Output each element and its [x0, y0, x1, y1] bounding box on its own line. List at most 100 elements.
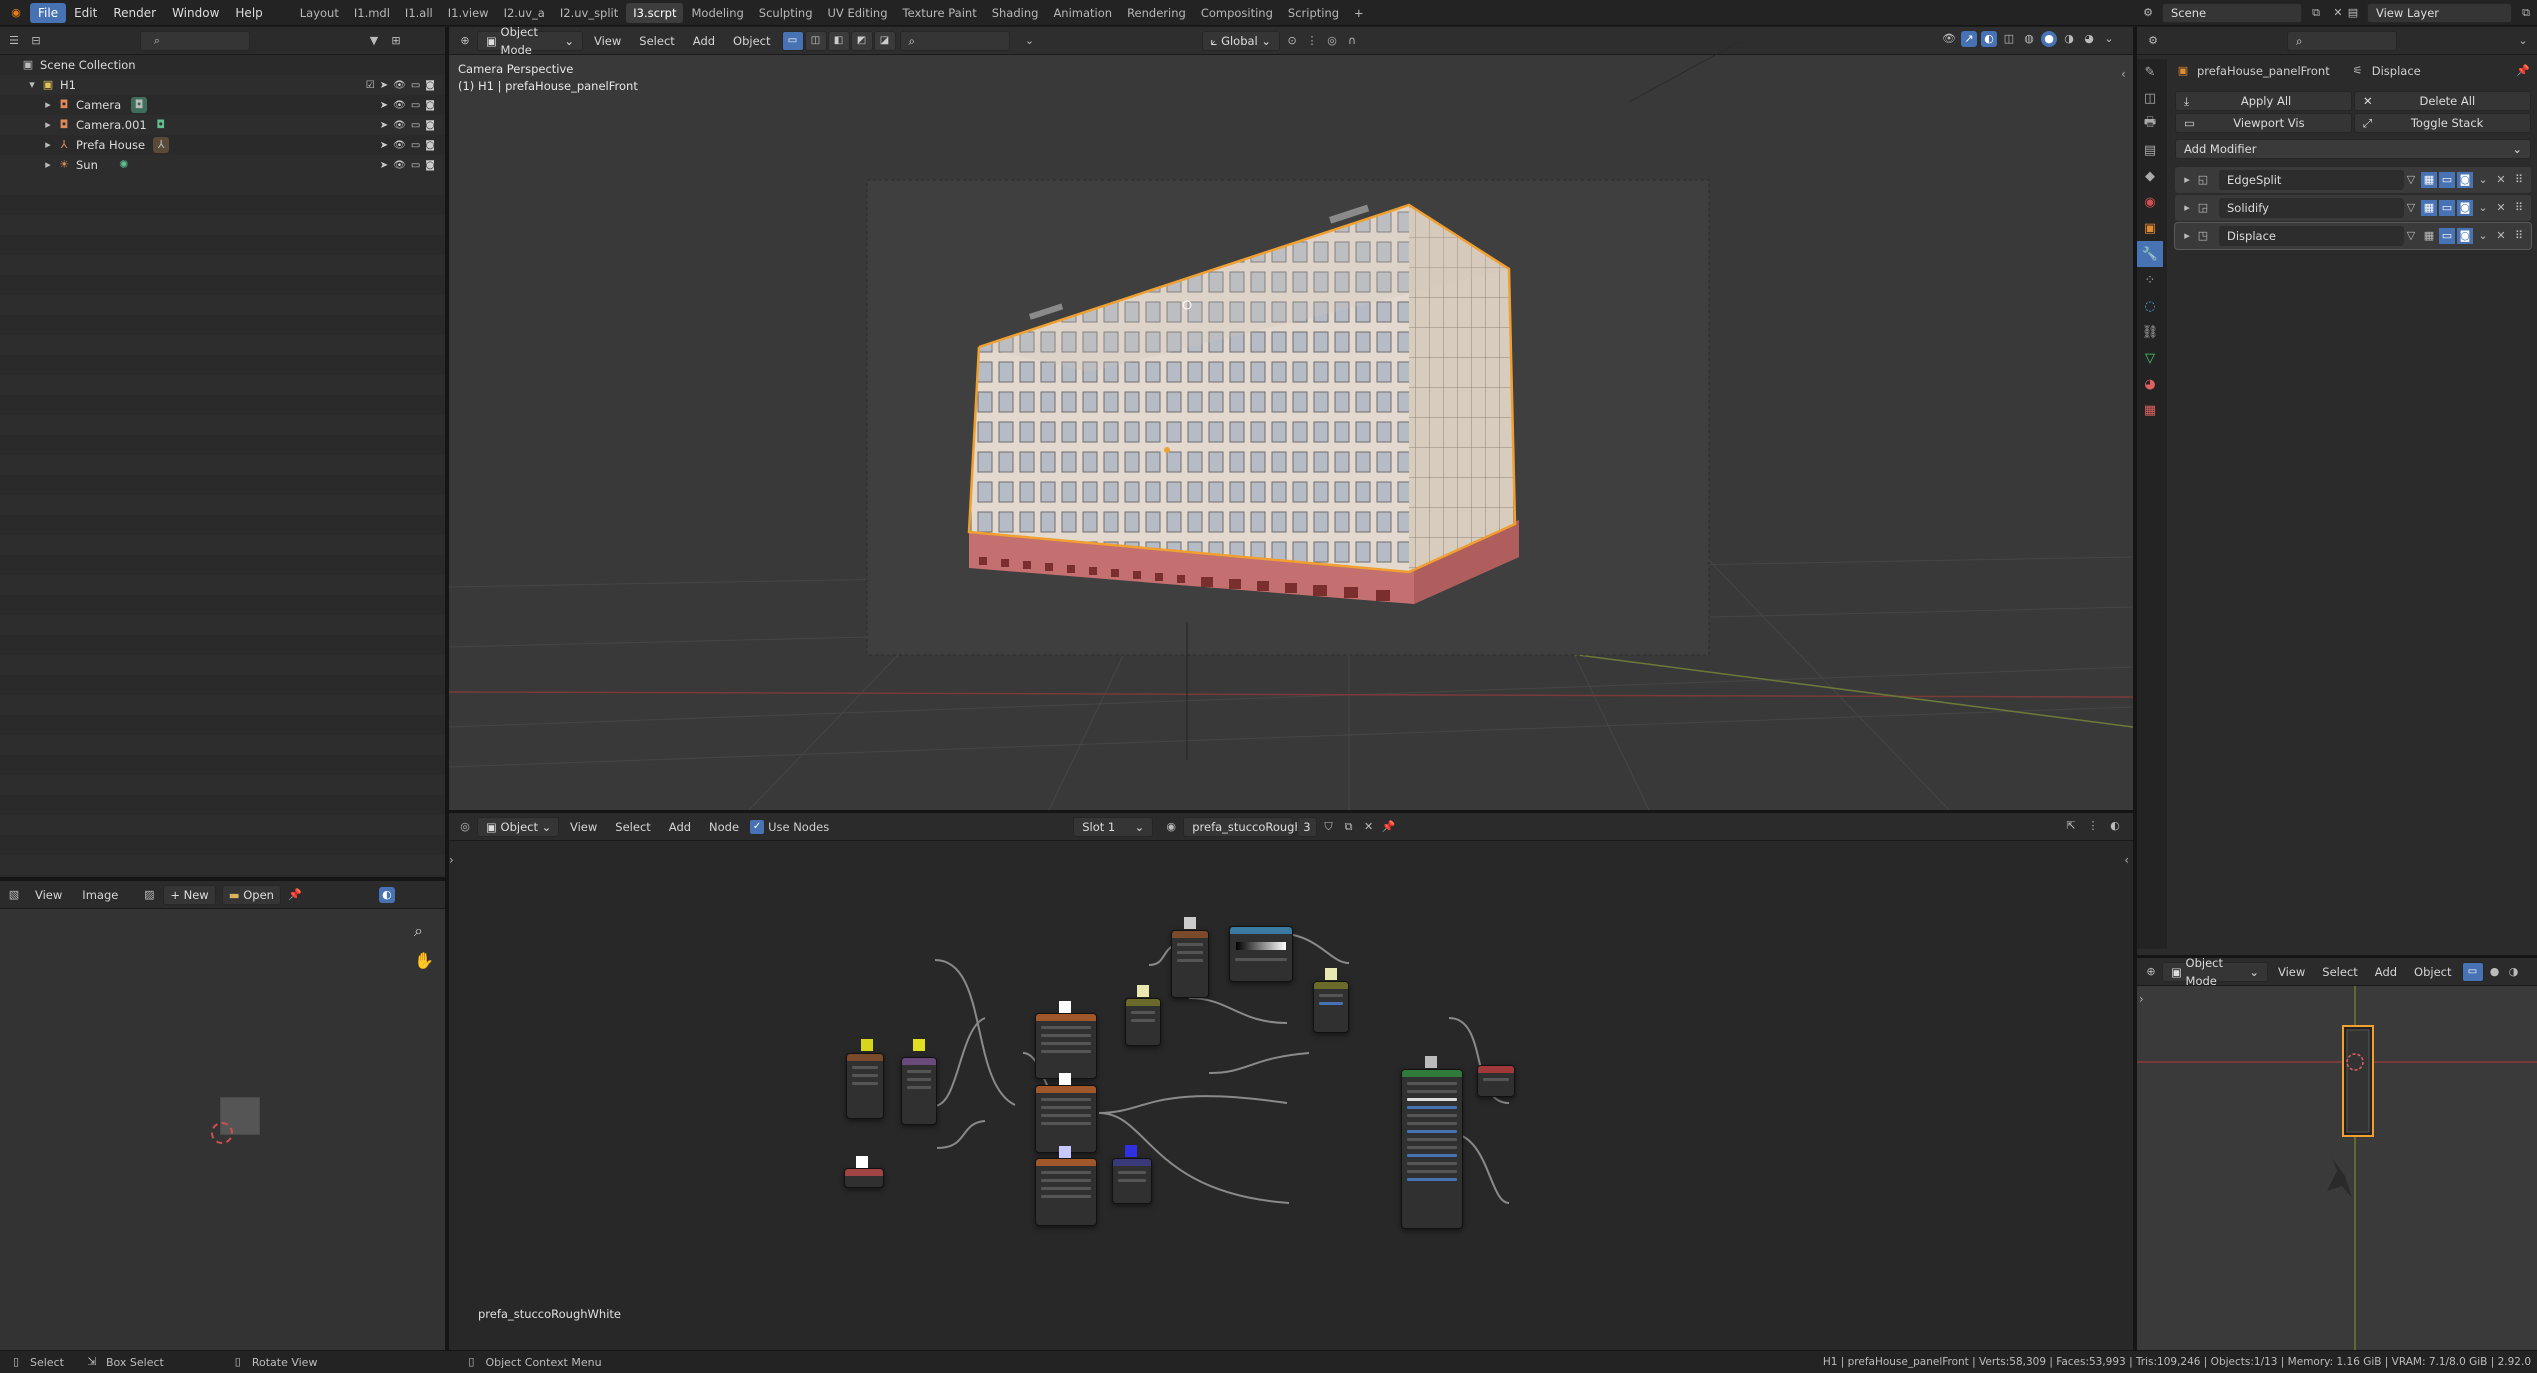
render-icon[interactable]: ◙ [2457, 172, 2473, 188]
object-tab-icon[interactable]: ▣ [2137, 215, 2163, 241]
render-camera-icon[interactable]: ◙ [425, 120, 435, 131]
editor-type-icon[interactable]: ☰ [6, 33, 22, 49]
scene-field[interactable]: Scene [2162, 3, 2302, 23]
particles-tab-icon[interactable]: ⁘ [2137, 267, 2163, 293]
menu-object[interactable]: Object [2407, 962, 2458, 982]
realtime-icon[interactable]: ▭ [2439, 228, 2455, 244]
world-tab-icon[interactable]: ◉ [2137, 189, 2163, 215]
viewport-vis-button[interactable]: ▭ Viewport Vis [2175, 113, 2352, 133]
texture-tab-icon[interactable]: ▦ [2137, 397, 2163, 423]
tab-animation[interactable]: Animation [1046, 3, 1119, 23]
node-noise-texture[interactable] [1035, 1158, 1097, 1226]
physics-tab-icon[interactable]: ◌ [2137, 293, 2163, 319]
cage-icon[interactable]: ▦ [2421, 228, 2437, 244]
render-camera-icon[interactable]: ◙ [425, 100, 435, 111]
display-mode-icon[interactable]: ⊟ [28, 33, 44, 49]
object-mode-dropdown[interactable]: ▣ Object Mode ⌄ [2162, 958, 2268, 988]
outliner-item-camera-001[interactable]: ▸ ◘ Camera.001 ◘ ➤ 👁 ▭ ◙ [0, 115, 445, 135]
chevron-down-icon[interactable]: ⌄ [2475, 228, 2491, 244]
add-workspace-button[interactable]: + [1347, 3, 1371, 23]
delete-scene-icon[interactable]: ✕ [2330, 5, 2346, 21]
tab-i2-uv-split[interactable]: I2.uv_split [553, 3, 625, 23]
scene-tab-icon[interactable]: ◆ [2137, 163, 2163, 189]
node-principled-bsdf[interactable] [1401, 1069, 1463, 1229]
select-icon[interactable]: ➤ [380, 80, 388, 91]
cage-icon[interactable]: ▦ [2421, 172, 2437, 188]
realtime-icon[interactable]: ▭ [2439, 172, 2455, 188]
drag-handle-icon[interactable]: ⠿ [2511, 228, 2527, 244]
new-image-button[interactable]: + New [163, 884, 216, 905]
material-tab-icon[interactable]: ◕ [2137, 371, 2163, 397]
tab-texture-paint[interactable]: Texture Paint [896, 3, 984, 23]
menu-add[interactable]: Add [2368, 962, 2404, 982]
menu-edit[interactable]: Edit [66, 3, 105, 23]
node-texture-coordinate[interactable] [1035, 1013, 1097, 1079]
drag-handle-icon[interactable]: ⠿ [2511, 172, 2527, 188]
tab-compositing[interactable]: Compositing [1194, 3, 1280, 23]
node-bump[interactable] [1313, 981, 1349, 1033]
tool-tab-icon[interactable]: ✎ [2137, 59, 2163, 85]
editor-type-icon[interactable]: ▧ [6, 887, 22, 903]
blender-logo-icon[interactable]: ◉ [6, 5, 26, 21]
expand-arrow-icon[interactable]: ▸ [2179, 172, 2195, 188]
edit-mode-icon[interactable]: ▽ [2403, 200, 2419, 216]
modifier-name-field[interactable]: Displace [2219, 226, 2404, 246]
menu-window[interactable]: Window [164, 3, 227, 23]
armature-data-icon[interactable]: ⅄ [153, 137, 170, 153]
menu-select[interactable]: Select [2315, 962, 2364, 982]
outliner-item-sun[interactable]: ▸ ☀ Sun ✺ ➤ 👁 ▭ ◙ [0, 155, 445, 175]
tab-i2-uv-a[interactable]: I2.uv_a [497, 3, 552, 23]
drag-handle-icon[interactable]: ⠿ [2511, 200, 2527, 216]
select-icon[interactable]: ➤ [380, 100, 388, 111]
data-tab-icon[interactable]: ▽ [2137, 345, 2163, 371]
expand-arrow-icon[interactable]: ▸ [40, 157, 56, 173]
expand-arrow-icon[interactable]: ▸ [40, 137, 56, 153]
monitor-icon[interactable]: ▭ [411, 120, 420, 131]
chevron-down-icon[interactable]: ⌄ [2475, 172, 2491, 188]
render-camera-icon[interactable]: ◙ [425, 140, 435, 151]
collapse-arrow-icon[interactable]: ▾ [24, 77, 40, 93]
modifier-name-field[interactable]: Solidify [2219, 198, 2404, 218]
modifier-edgesplit[interactable]: ▸ ◱ EdgeSplit ▽ ▦ ▭ ◙ ⌄ ✕ ⠿ [2175, 167, 2531, 193]
secondary-viewport[interactable]: ⊕ ▣ Object Mode ⌄ View Select Add Object… [2137, 958, 2537, 1350]
view-layer-icon[interactable]: ▤ [2345, 5, 2361, 21]
node-image-texture-b[interactable] [1171, 930, 1209, 998]
tab-scripting[interactable]: Scripting [1281, 3, 1346, 23]
expand-arrow-icon[interactable]: ▸ [2179, 200, 2195, 216]
collection-row-h1[interactable]: ▾ ▣ H1 ☑ ➤ 👁 ▭ ◙ [0, 75, 445, 95]
new-collection-icon[interactable]: ⊞ [388, 33, 404, 49]
open-image-button[interactable]: ▬ Open [221, 884, 281, 905]
area-separator[interactable] [445, 27, 449, 1350]
render-icon[interactable]: ◙ [2457, 228, 2473, 244]
editor-type-icon[interactable]: ⚙ [2145, 33, 2161, 49]
pin-icon[interactable]: 📌 [2515, 63, 2531, 79]
eye-icon[interactable]: 👁 [393, 120, 406, 131]
eye-icon[interactable]: 👁 [393, 80, 406, 91]
area-separator[interactable] [2133, 27, 2137, 1350]
modifier-name-field[interactable]: EdgeSplit [2219, 170, 2404, 190]
select-icon[interactable]: ➤ [380, 120, 388, 131]
modifier-displace[interactable]: ▸ ◳ Displace ▽ ▦ ▭ ◙ ⌄ ✕ ⠿ [2174, 222, 2532, 250]
menu-view[interactable]: View [28, 885, 69, 905]
node-separate[interactable] [1125, 998, 1161, 1046]
expand-arrow-icon[interactable]: ▸ [40, 117, 56, 133]
node-mapping[interactable] [1035, 1085, 1097, 1153]
node-mix-rgb[interactable] [901, 1057, 937, 1125]
render-camera-icon[interactable]: ◙ [425, 80, 435, 91]
material-shading-icon[interactable]: ◑ [2506, 964, 2522, 980]
area-separator[interactable] [449, 810, 2133, 813]
filter-icon[interactable]: ▼ [366, 33, 382, 49]
delete-all-button[interactable]: ✕ Delete All [2354, 91, 2531, 111]
monitor-icon[interactable]: ▭ [411, 140, 420, 151]
eye-icon[interactable]: 👁 [393, 100, 406, 111]
menu-image[interactable]: Image [75, 885, 125, 905]
tab-layout[interactable]: Layout [293, 3, 346, 23]
close-icon[interactable]: ✕ [2493, 172, 2509, 188]
camera-data-icon[interactable]: ◘ [153, 117, 169, 133]
edit-mode-icon[interactable]: ▽ [2403, 172, 2419, 188]
scene-collection-row[interactable]: ▣ Scene Collection [0, 55, 445, 75]
render-tab-icon[interactable]: ◫ [2137, 85, 2163, 111]
render-icon[interactable]: ◙ [2457, 200, 2473, 216]
tab-i1-view[interactable]: I1.view [441, 3, 496, 23]
constraints-tab-icon[interactable]: ⛓ [2137, 319, 2163, 345]
